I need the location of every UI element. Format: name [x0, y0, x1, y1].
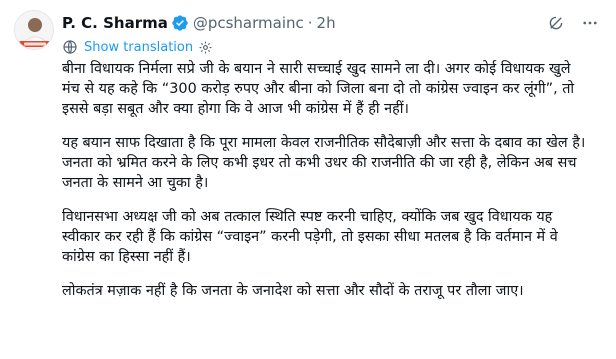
tweet-paragraph-1: बीना विधायक निर्मला सप्रे जी के बयान ने …	[62, 61, 579, 117]
post-time[interactable]: 2h	[317, 14, 336, 32]
show-translation-label[interactable]: Show translation	[84, 40, 193, 55]
grok-icon[interactable]	[546, 13, 566, 33]
tweet-paragraph-3: विधानसभा अध्यक्ष जी को अब तत्काल स्थिति …	[62, 209, 563, 265]
tweet-card[interactable]: P. C. Sharma @pcsharmainc · 2h Show tran…	[0, 0, 616, 359]
display-name[interactable]: P. C. Sharma	[62, 14, 168, 32]
avatar-image	[15, 11, 53, 49]
globe-icon	[62, 39, 78, 55]
header-actions	[546, 13, 600, 33]
separator-dot: ·	[307, 14, 313, 32]
avatar[interactable]	[14, 10, 54, 50]
show-translation-link[interactable]: Show translation	[62, 38, 213, 56]
user-handle[interactable]: @pcsharmainc	[193, 14, 304, 32]
more-options-icon[interactable]	[580, 13, 600, 33]
tweet-paragraph-4: लोकतंत्र मज़ाक नहीं है कि जनता के जनादेश…	[62, 283, 524, 299]
tweet-header: P. C. Sharma @pcsharmainc · 2h	[62, 12, 600, 34]
settings-gear-icon[interactable]	[198, 40, 213, 55]
verified-badge-icon	[171, 14, 189, 32]
tweet-text: बीना विधायक निर्मला सप्रे जी के बयान ने …	[62, 59, 592, 301]
tweet-paragraph-2: यह बयान साफ दिखाता है कि पूरा मामला केवल…	[62, 135, 586, 191]
